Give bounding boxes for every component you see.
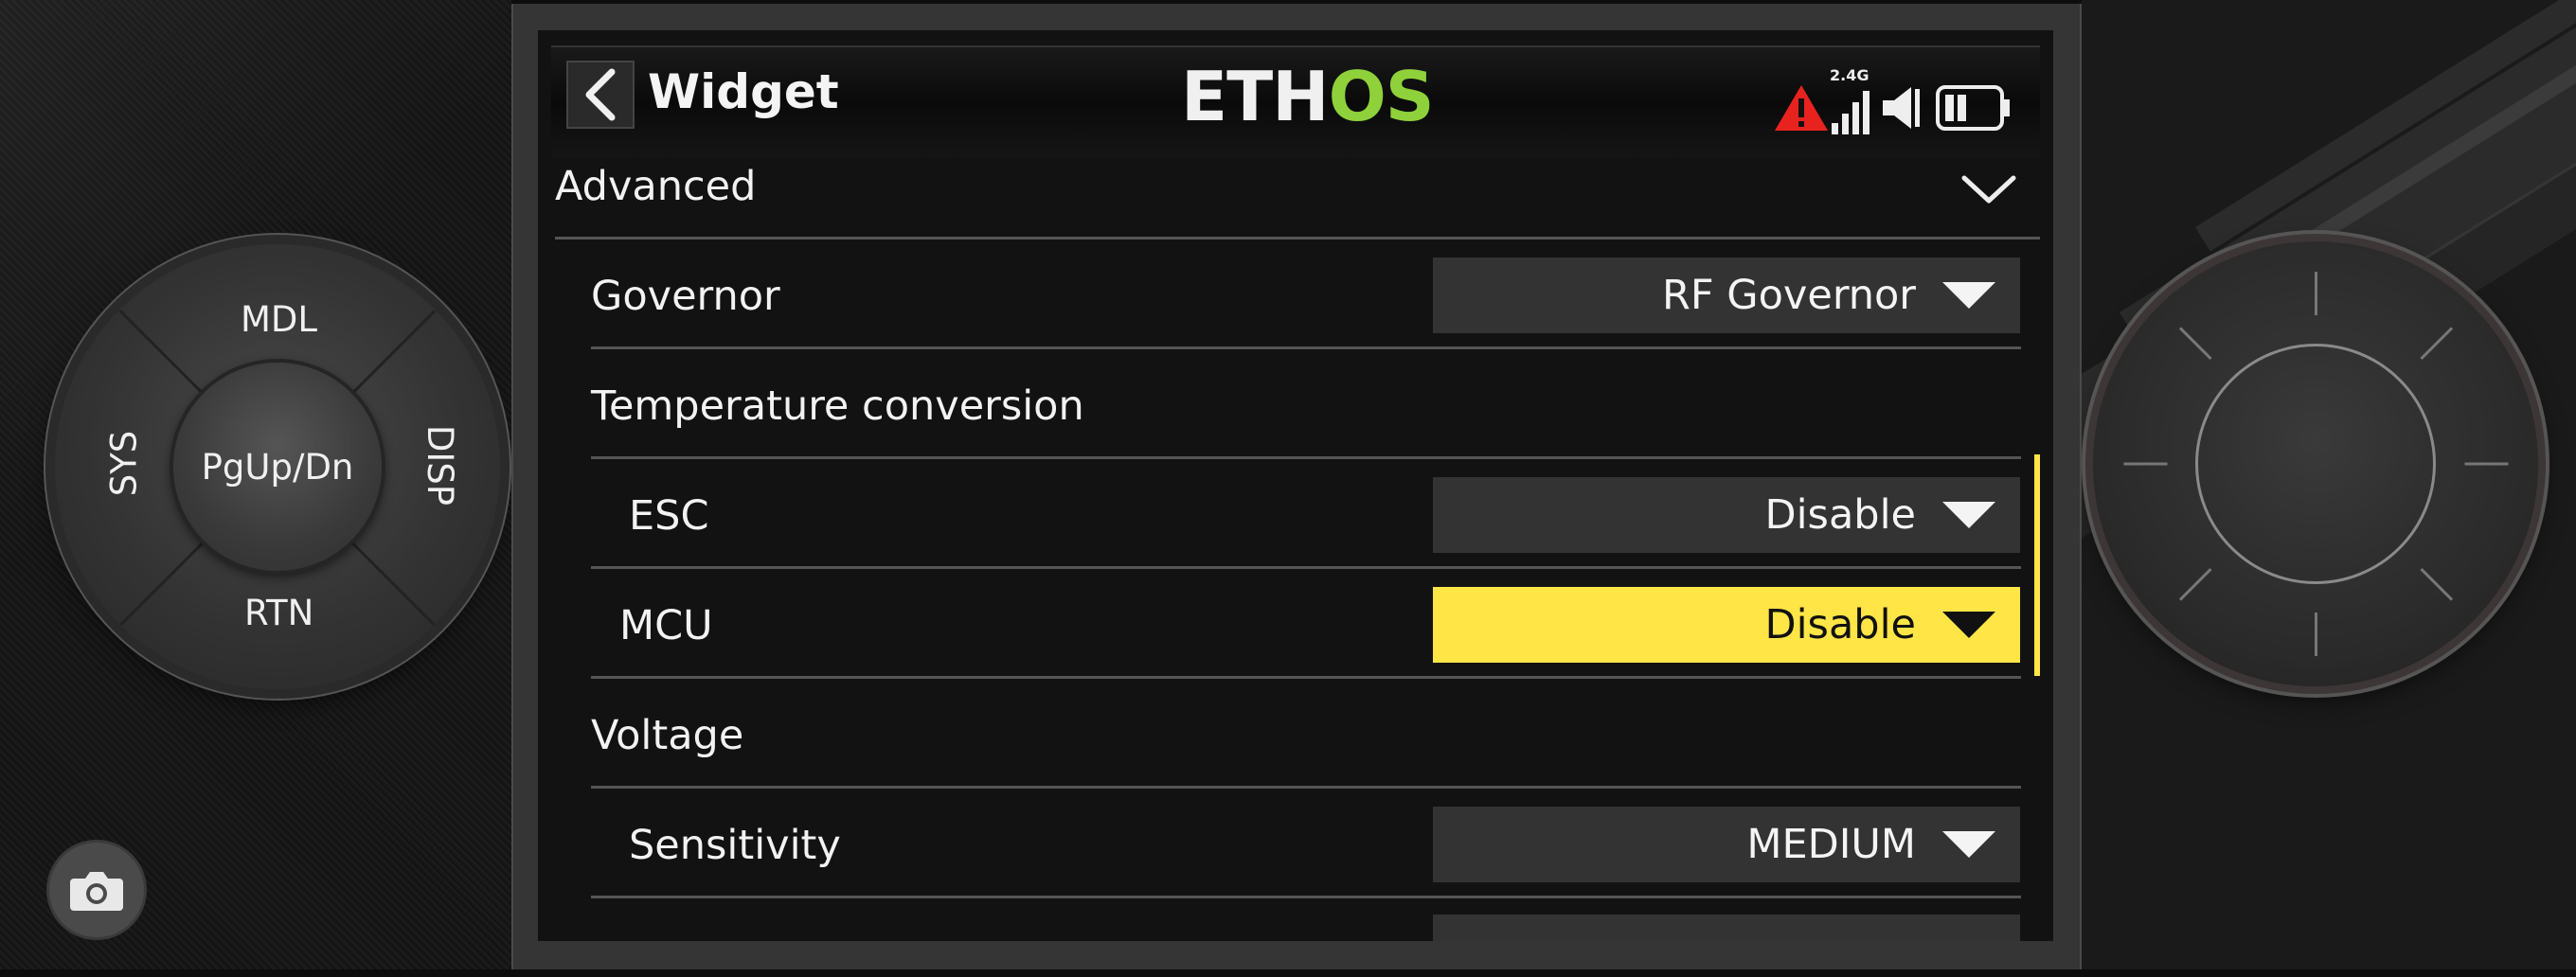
esc-label: ESC [629,492,709,540]
esc-dropdown[interactable]: Disable [1433,477,2020,553]
mcu-dropdown[interactable]: Disable [1433,587,2020,663]
volume-icon[interactable] [1879,83,1924,133]
governor-dropdown[interactable]: RF Governor [1433,258,2020,333]
sensitivity-label: Sensitivity [629,822,841,869]
signal-icon [1832,91,1869,134]
knob-tick [2314,272,2317,315]
radio-screen: Widget ETHOS 2.4G Advanced Governor RF G… [538,30,2053,941]
governor-label: Governor [591,273,780,320]
rotary-knob[interactable] [2093,241,2538,686]
camera-icon [70,872,123,911]
disp-button[interactable]: DISP [420,425,460,506]
right-control-panel [2082,0,2576,969]
governor-value: RF Governor [1662,272,1916,319]
dropdown-arrow-icon [1942,831,1995,858]
signal-band-label: 2.4G [1830,66,1869,84]
voltage-label: Voltage [591,712,744,759]
dropdown-arrow-icon [1942,282,1995,309]
divider [591,786,2021,789]
mcu-value: Disable [1764,601,1916,648]
chevron-down-icon[interactable] [1960,172,2017,206]
divider [591,676,2021,679]
sensitivity-dropdown[interactable]: MEDIUM [1433,807,2020,882]
divider [591,456,2021,459]
pgup-pgdn-button[interactable]: PgUp/Dn [173,363,382,571]
page-title: Widget [648,64,839,119]
divider [591,346,2021,349]
divider [555,237,2040,240]
pgup-pgdn-label: PgUp/Dn [201,446,354,488]
back-button[interactable] [566,61,635,129]
knob-tick [2419,567,2453,601]
knob-tick [2314,613,2317,656]
knob-tick [2419,327,2453,361]
dropdown-arrow-icon [1942,612,1995,638]
logo-os: OS [1328,57,1435,136]
left-control-panel: MDL RTN SYS DISP PgUp/Dn [0,0,511,969]
next-row-dropdown-partial[interactable] [1433,915,2020,941]
status-icons: 2.4G [1773,61,2029,136]
knob-tick [2123,462,2167,466]
scrollbar[interactable] [2034,454,2040,676]
sys-button[interactable]: SYS [103,431,144,497]
advanced-section-title[interactable]: Advanced [555,163,756,210]
temperature-conversion-label: Temperature conversion [591,382,1084,430]
esc-value: Disable [1764,491,1916,539]
knob-tick [2178,327,2212,361]
battery-icon [1936,85,2010,131]
dropdown-arrow-icon [1942,502,1995,528]
rtn-button[interactable]: RTN [244,593,313,633]
sensitivity-value: MEDIUM [1746,821,1916,868]
ethos-logo: ETHOS [1181,57,1435,136]
mdl-button[interactable]: MDL [241,299,317,340]
knob-center[interactable] [2195,344,2436,584]
divider [591,566,2021,569]
mcu-label: MCU [619,602,713,649]
divider [591,896,2021,898]
navigation-dpad: MDL RTN SYS DISP PgUp/Dn [55,244,500,689]
screenshot-button[interactable] [49,843,144,937]
header-bar: Widget ETHOS 2.4G [551,45,2040,157]
back-icon [585,68,616,121]
knob-tick [2464,462,2508,466]
knob-tick [2178,567,2212,601]
warning-icon[interactable] [1773,83,1830,133]
logo-eth: ETH [1181,57,1330,136]
